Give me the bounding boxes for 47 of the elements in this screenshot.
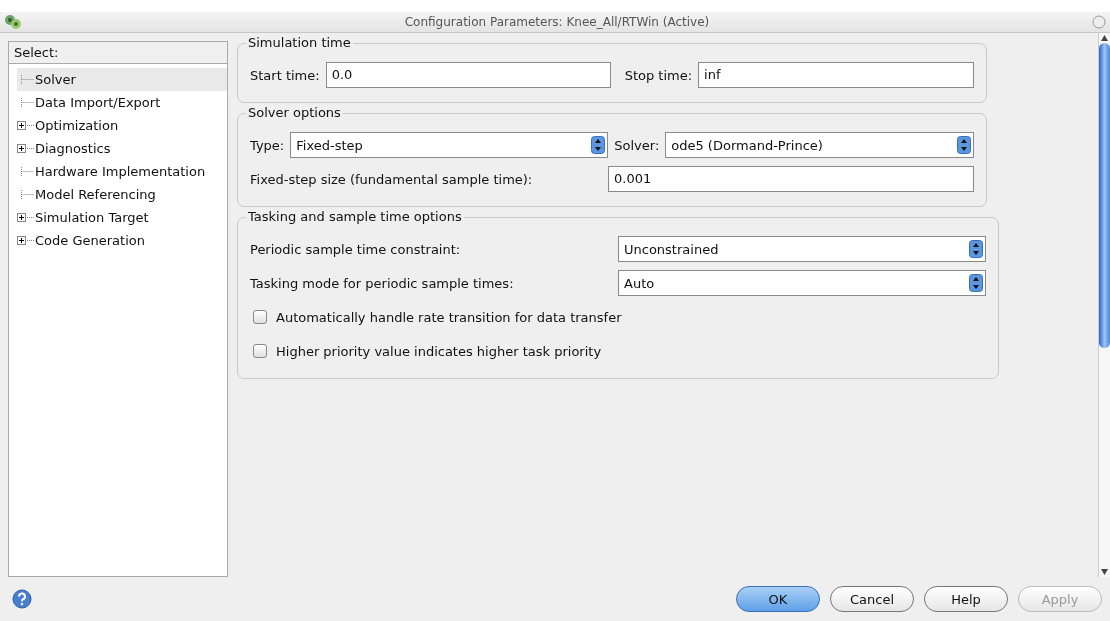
expand-icon[interactable] — [17, 213, 35, 223]
dialog-button[interactable]: OK — [736, 586, 820, 613]
tree-item[interactable]: Diagnostics — [35, 141, 111, 157]
tree-item[interactable]: Code Generation — [35, 233, 145, 249]
expand-icon[interactable] — [17, 144, 35, 154]
field-label: Periodic sample time constraint: — [250, 241, 461, 257]
field-label: Solver: — [614, 137, 660, 153]
tree-header: Select: — [9, 42, 227, 65]
spinner-icon — [591, 136, 606, 155]
field-label: Tasking mode for periodic sample times: — [250, 275, 514, 291]
group-title: Tasking and sample time options — [246, 209, 464, 225]
scrollbar[interactable] — [1098, 33, 1110, 578]
field-label: Type: — [250, 137, 285, 153]
dialog-button[interactable]: Help — [924, 586, 1008, 613]
scroll-down-icon[interactable] — [1100, 567, 1109, 578]
scroll-up-icon[interactable] — [1100, 33, 1109, 44]
tree-item[interactable]: Model Referencing — [35, 187, 156, 203]
help-icon[interactable] — [12, 589, 32, 610]
spinner-icon — [969, 274, 983, 293]
solver-dropdown[interactable]: ode5 (Dormand-Prince) — [665, 132, 974, 159]
start-time-field[interactable]: 0.0 — [325, 62, 611, 89]
spinner-icon — [957, 136, 971, 155]
window-title: Configuration Parameters: Knee_All/RTWin (Active) — [403, 15, 711, 30]
option-dropdown[interactable]: Unconstrained — [618, 236, 986, 263]
field-label: Fixed-step size (fundamental sample time): — [250, 171, 533, 187]
step-size-field[interactable]: 0.001 — [608, 166, 974, 193]
tree-item[interactable]: Simulation Target — [35, 210, 149, 226]
spinner-icon — [969, 240, 983, 259]
tree-item[interactable]: Hardware Implementation — [35, 164, 206, 180]
field-label: Start time: — [250, 67, 320, 83]
scroll-thumb[interactable] — [1099, 43, 1110, 349]
tree-item[interactable]: Optimization — [35, 118, 119, 134]
checkbox[interactable] — [253, 344, 267, 359]
tree-item[interactable]: Data Import/Export — [35, 95, 161, 111]
gears-icon — [4, 14, 22, 31]
group-title: Solver options — [246, 105, 343, 121]
checkbox-label: Higher priority value indicates higher task priority — [276, 343, 602, 359]
checkbox[interactable] — [253, 310, 267, 325]
expand-icon[interactable] — [17, 236, 35, 246]
type-dropdown[interactable]: Fixed-step — [290, 132, 609, 159]
checkbox-label: Automatically handle rate transition for data transfer — [276, 309, 622, 325]
expand-icon[interactable] — [17, 121, 35, 131]
dialog-button[interactable]: Cancel — [830, 586, 914, 613]
stop-time-field[interactable]: inf — [698, 62, 974, 89]
tree-item[interactable]: Solver — [35, 72, 76, 88]
option-dropdown[interactable]: Auto — [618, 270, 986, 297]
field-label: Stop time: — [624, 67, 693, 83]
